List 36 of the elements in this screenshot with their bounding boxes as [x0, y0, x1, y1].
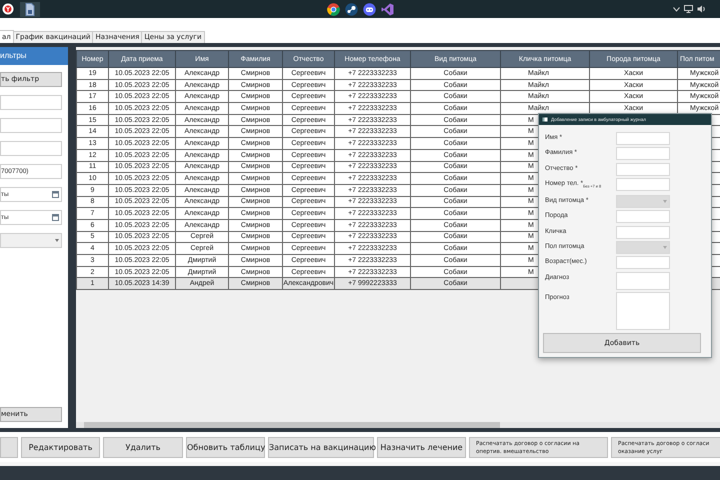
dropdown[interactable]	[0, 233, 62, 248]
input-field[interactable]	[616, 226, 670, 239]
input-field[interactable]	[616, 178, 670, 192]
calendar-icon[interactable]	[52, 191, 59, 198]
panel-header: ильтры	[0, 47, 68, 65]
scrollbar[interactable]	[76, 422, 720, 428]
toolbar-button[interactable]: Назначить лечение	[377, 437, 466, 458]
input-field[interactable]	[616, 210, 670, 224]
input-field[interactable]	[0, 118, 62, 133]
text-area[interactable]	[616, 292, 670, 330]
input-field[interactable]	[616, 162, 670, 176]
input-field[interactable]	[0, 95, 62, 110]
calendar-icon[interactable]	[52, 214, 59, 221]
code-icon[interactable]	[380, 2, 394, 16]
wheel-icon[interactable]	[344, 2, 358, 16]
input-field[interactable]	[0, 141, 62, 156]
toolbar-button[interactable]	[0, 437, 18, 458]
input-field[interactable]	[616, 256, 670, 270]
document-icon[interactable]	[25, 2, 35, 16]
text-area[interactable]	[616, 272, 670, 290]
caret-icon	[663, 200, 667, 203]
gamepad-icon[interactable]	[362, 2, 376, 16]
window-icon	[542, 117, 548, 122]
monitor-icon[interactable]	[684, 5, 693, 13]
caret-icon	[663, 246, 667, 250]
toolbar-button[interactable]: Редактировать	[21, 437, 100, 458]
toolbar-button[interactable]: Записать на вакцинацию	[268, 437, 374, 458]
browser-icon[interactable]	[326, 2, 340, 16]
speaker-icon[interactable]	[697, 5, 706, 13]
caret-icon	[55, 239, 59, 242]
input-field[interactable]	[616, 147, 670, 160]
toolbar-button[interactable]: Обновить таблицу	[186, 437, 265, 458]
input-field[interactable]	[616, 132, 670, 145]
toolbar-button[interactable]: Удалить	[103, 437, 183, 458]
browser-icon[interactable]	[2, 3, 14, 15]
chevron-icon[interactable]	[673, 6, 680, 12]
